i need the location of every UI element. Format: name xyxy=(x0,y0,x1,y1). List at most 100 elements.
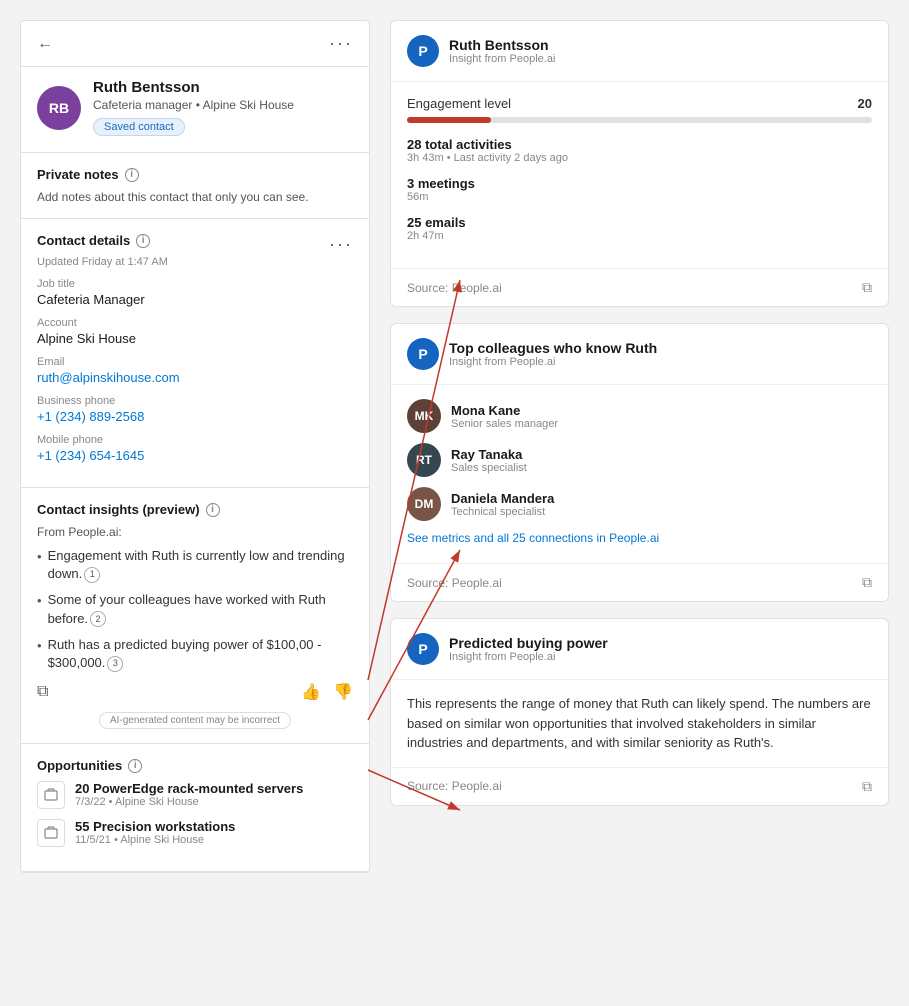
insight-bullet-1: • xyxy=(37,548,42,566)
daniela-role: Technical specialist xyxy=(451,506,554,518)
private-notes-title: Private notes xyxy=(37,167,119,182)
insight-text-1: Engagement with Ruth is currently low an… xyxy=(48,547,353,583)
account-label: Account xyxy=(37,317,353,329)
engagement-progress-fill xyxy=(407,117,491,123)
private-notes-section: Private notes i Add notes about this con… xyxy=(21,153,369,219)
opportunity-meta-2: 11/5/21 • Alpine Ski House xyxy=(75,834,235,846)
see-metrics-link[interactable]: See metrics and all 25 connections in Pe… xyxy=(407,531,872,545)
total-activities-title: 28 total activities xyxy=(407,137,872,152)
opportunity-name-1: 20 PowerEdge rack-mounted servers xyxy=(75,781,303,796)
engagement-card-subtitle: Insight from People.ai xyxy=(449,53,555,65)
right-panels: P Ruth Bentsson Insight from People.ai E… xyxy=(390,20,889,873)
mona-avatar: MK xyxy=(407,399,441,433)
colleagues-external-link-icon[interactable]: ⧉ xyxy=(862,574,872,591)
email-value[interactable]: ruth@alpinskihouse.com xyxy=(37,370,353,385)
job-title-field: Job title Cafeteria Manager xyxy=(37,278,353,307)
insight-num-3: 3 xyxy=(107,656,123,672)
mona-role: Senior sales manager xyxy=(451,418,558,430)
biz-phone-field: Business phone +1 (234) 889-2568 xyxy=(37,395,353,424)
saved-contact-badge: Saved contact xyxy=(93,118,185,136)
opportunity-item-1: 20 PowerEdge rack-mounted servers 7/3/22… xyxy=(37,781,353,809)
ray-role: Sales specialist xyxy=(451,462,527,474)
opportunity-icon-1 xyxy=(37,781,65,809)
feedback-buttons: 👍 👎 xyxy=(301,682,353,702)
buying-power-card-source: Source: People.ai xyxy=(407,779,502,793)
mobile-field: Mobile phone +1 (234) 654-1645 xyxy=(37,434,353,463)
daniela-name: Daniela Mandera xyxy=(451,491,554,506)
more-button[interactable]: ··· xyxy=(329,33,353,54)
colleague-item-daniela: DM Daniela Mandera Technical specialist xyxy=(407,487,872,521)
people-ai-avatar-2: P xyxy=(407,338,439,370)
account-field: Account Alpine Ski House xyxy=(37,317,353,346)
opportunities-title: Opportunities xyxy=(37,758,122,773)
insight-num-2: 2 xyxy=(90,611,106,627)
thumbs-down-button[interactable]: 👎 xyxy=(333,682,353,702)
contact-details-more-button[interactable]: ··· xyxy=(329,234,353,255)
buying-power-card-subtitle: Insight from People.ai xyxy=(449,651,608,663)
colleague-item-ray: RT Ray Tanaka Sales specialist xyxy=(407,443,872,477)
biz-phone-label: Business phone xyxy=(37,395,353,407)
meetings-stat: 3 meetings 56m xyxy=(407,176,872,203)
colleagues-card-header: P Top colleagues who know Ruth Insight f… xyxy=(391,324,888,385)
emails-sub: 2h 47m xyxy=(407,230,872,242)
insight-num-1: 1 xyxy=(84,567,100,583)
buying-power-card-body: This represents the range of money that … xyxy=(391,680,888,767)
contact-insights-section: Contact insights (preview) i From People… xyxy=(21,488,369,744)
left-panel: ← ··· RB Ruth Bentsson Cafeteria manager… xyxy=(20,20,370,873)
buying-power-card: P Predicted buying power Insight from Pe… xyxy=(390,618,889,806)
colleagues-card-footer: Source: People.ai ⧉ xyxy=(391,563,888,601)
colleagues-card-subtitle: Insight from People.ai xyxy=(449,356,657,368)
opportunities-info-icon: i xyxy=(128,759,142,773)
insight-text-3: Ruth has a predicted buying power of $10… xyxy=(48,636,353,672)
insights-from-label: From People.ai: xyxy=(37,525,353,539)
colleagues-card-body: MK Mona Kane Senior sales manager RT Ray… xyxy=(391,385,888,563)
back-button[interactable]: ← xyxy=(37,35,53,53)
engagement-card-footer: Source: People.ai ⧉ xyxy=(391,268,888,306)
insight-item-1: • Engagement with Ruth is currently low … xyxy=(37,547,353,583)
buying-power-card-header: P Predicted buying power Insight from Pe… xyxy=(391,619,888,680)
total-activities-sub: 3h 43m • Last activity 2 days ago xyxy=(407,152,872,164)
insight-bullet-3: • xyxy=(37,637,42,655)
buying-power-external-link-icon[interactable]: ⧉ xyxy=(862,778,872,795)
biz-phone-value[interactable]: +1 (234) 889-2568 xyxy=(37,409,353,424)
colleague-item-mona: MK Mona Kane Senior sales manager xyxy=(407,399,872,433)
contact-details-updated: Updated Friday at 1:47 AM xyxy=(37,256,353,268)
meetings-title: 3 meetings xyxy=(407,176,872,191)
engagement-score: 20 xyxy=(858,96,872,111)
ai-disclaimer-text: AI-generated content may be incorrect xyxy=(99,712,291,729)
engagement-card-header: P Ruth Bentsson Insight from People.ai xyxy=(391,21,888,82)
insight-actions: ⧉ 👍 👎 xyxy=(37,682,353,702)
engagement-external-link-icon[interactable]: ⧉ xyxy=(862,279,872,296)
panel-header: ← ··· xyxy=(21,21,369,67)
insight-item-3: • Ruth has a predicted buying power of $… xyxy=(37,636,353,672)
mobile-value[interactable]: +1 (234) 654-1645 xyxy=(37,448,353,463)
avatar: RB xyxy=(37,86,81,130)
engagement-progress-bg xyxy=(407,117,872,123)
engagement-level-row: Engagement level 20 xyxy=(407,96,872,111)
insight-item-2: • Some of your colleagues have worked wi… xyxy=(37,591,353,627)
mona-name: Mona Kane xyxy=(451,403,558,418)
colleagues-card-title: Top colleagues who know Ruth xyxy=(449,340,657,356)
colleagues-card: P Top colleagues who know Ruth Insight f… xyxy=(390,323,889,602)
engagement-card-body: Engagement level 20 28 total activities … xyxy=(391,82,888,268)
copy-insight-button[interactable]: ⧉ xyxy=(37,683,48,701)
thumbs-up-button[interactable]: 👍 xyxy=(301,682,321,702)
opportunity-icon-2 xyxy=(37,819,65,847)
engagement-card: P Ruth Bentsson Insight from People.ai E… xyxy=(390,20,889,307)
contact-details-title: Contact details xyxy=(37,233,130,248)
private-notes-placeholder: Add notes about this contact that only y… xyxy=(37,190,353,204)
private-notes-info-icon: i xyxy=(125,168,139,182)
email-field: Email ruth@alpinskihouse.com xyxy=(37,356,353,385)
insight-highlight-1: Ruth xyxy=(152,548,179,563)
contact-details-info-icon: i xyxy=(136,234,150,248)
contact-name: Ruth Bentsson xyxy=(93,79,294,96)
people-ai-avatar-1: P xyxy=(407,35,439,67)
insight-highlight-2: Ruth xyxy=(298,592,325,607)
mobile-label: Mobile phone xyxy=(37,434,353,446)
ray-name: Ray Tanaka xyxy=(451,447,527,462)
opportunity-meta-1: 7/3/22 • Alpine Ski House xyxy=(75,796,303,808)
ray-avatar: RT xyxy=(407,443,441,477)
total-activities-stat: 28 total activities 3h 43m • Last activi… xyxy=(407,137,872,164)
emails-stat: 25 emails 2h 47m xyxy=(407,215,872,242)
buying-power-card-title: Predicted buying power xyxy=(449,635,608,651)
